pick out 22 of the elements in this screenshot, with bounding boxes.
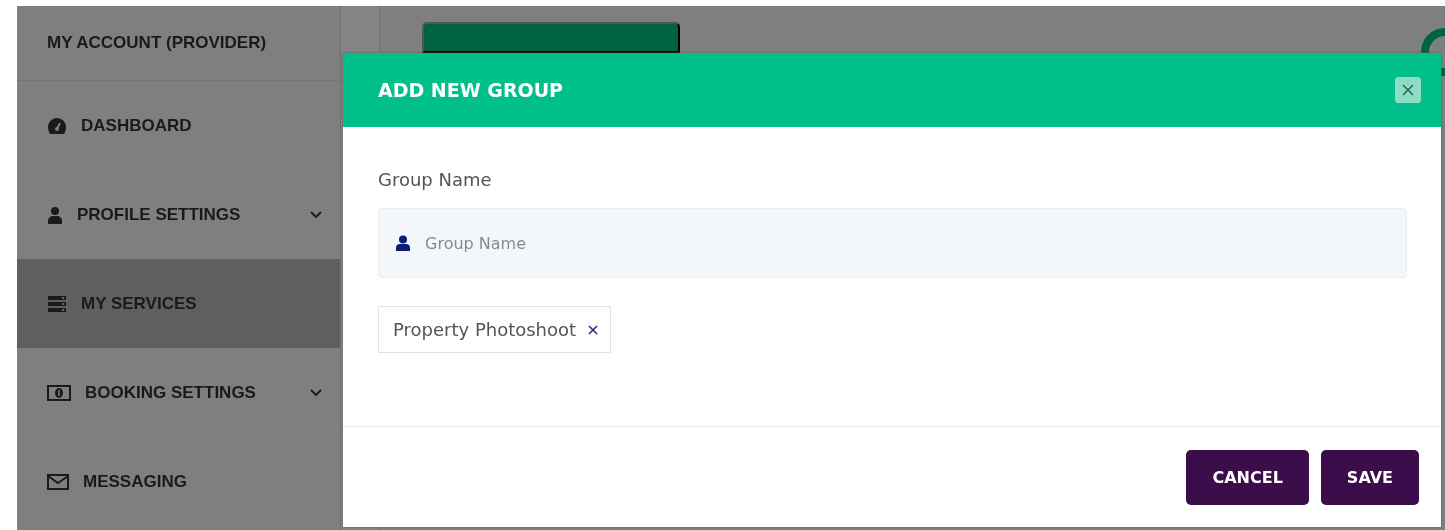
gauge-icon — [47, 116, 67, 135]
field-label: Group Name — [378, 169, 493, 190]
sidebar-item[interactable]: MESSAGING — [17, 437, 340, 526]
server-icon — [47, 294, 67, 313]
footer-button[interactable]: CANCEL — [1186, 449, 1309, 505]
close-icon — [1402, 84, 1414, 96]
menu-button[interactable] — [422, 22, 680, 53]
sidebar-title: MY ACCOUNT (PROVIDER) — [17, 6, 340, 81]
envelope-icon — [47, 472, 69, 491]
person-icon — [396, 235, 410, 251]
sidebar-item[interactable]: MY SERVICES — [17, 259, 340, 348]
sidebar-item[interactable]: DASHBOARD — [17, 81, 340, 170]
footer-button[interactable]: SAVE — [1320, 449, 1419, 505]
sidebar-item[interactable]: PROFILE SETTINGS — [17, 170, 340, 259]
modal-title: ADD NEW GROUP — [378, 79, 564, 101]
group-name-field[interactable]: Group Name — [378, 208, 1407, 278]
close-button[interactable] — [1395, 77, 1421, 103]
sidebar-item[interactable]: BOOKING SETTINGS — [17, 348, 340, 437]
remove-icon[interactable] — [588, 324, 599, 335]
person-icon — [47, 205, 63, 224]
tag-label: Property Photoshoot — [393, 319, 577, 340]
money-icon — [47, 384, 71, 401]
